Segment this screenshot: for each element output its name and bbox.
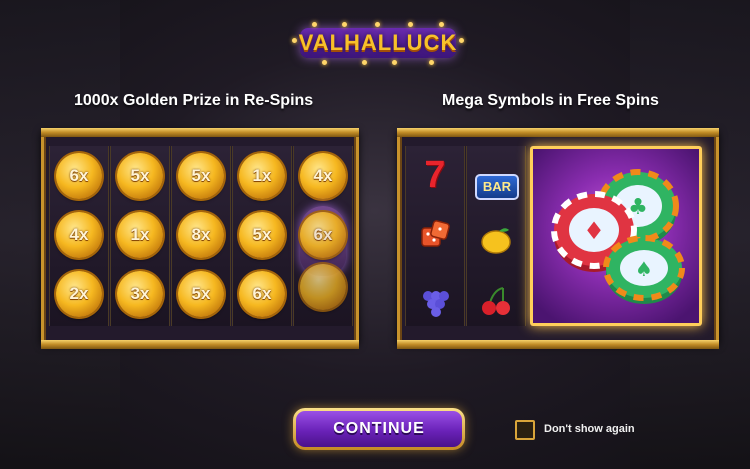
svg-text:♦: ♦ [583, 217, 605, 245]
multiplier-label: 3x [130, 284, 150, 303]
headline-respins: 1000x Golden Prize in Re-Spins [74, 92, 314, 109]
golden-coin-icon: 6x [239, 271, 285, 317]
reel-column-2: 5x 1x 3x [110, 146, 170, 326]
seven-symbol: 7 [424, 154, 446, 196]
bulb-icon [439, 22, 444, 27]
golden-coin-icon: 4x [56, 212, 102, 258]
bulb-icon [429, 60, 434, 65]
multiplier-label: 5x [191, 166, 211, 185]
respins-preview-panel: 6x 4x 2x 5x 1x 3x 5x 8x 5x 1x 5x 6x 4x 6… [41, 128, 359, 349]
reel-column-5: 4x 6x [293, 146, 353, 326]
reel-column-1: 7 [405, 146, 465, 326]
panel-rail-top [41, 128, 359, 137]
continue-button-label: CONTINUE [296, 411, 462, 447]
bulb-icon [312, 22, 317, 27]
multiplier-label: 5x [130, 166, 150, 185]
golden-coin-icon: 6x [300, 212, 346, 258]
multiplier-label: 2x [69, 284, 89, 303]
multiplier-label: 8x [191, 225, 211, 244]
bulb-icon [375, 22, 380, 27]
golden-coin-icon: 5x [178, 271, 224, 317]
golden-coin-icon: 5x [117, 153, 163, 199]
game-intro-screen: VALHALLUCK 1000x Golden Prize in Re-Spin… [0, 0, 750, 469]
golden-coin-icon: 1x [117, 212, 163, 258]
golden-coin-icon: 5x [178, 153, 224, 199]
multiplier-label: 4x [69, 225, 89, 244]
dice-icon [421, 220, 450, 247]
reel-column-4: 1x 5x 6x [232, 146, 292, 326]
multiplier-label: 4x [313, 166, 333, 185]
bulb-icon [322, 60, 327, 65]
multiplier-label: 1x [130, 225, 150, 244]
free-spins-preview-panel: 7 BAR ♣ ♦ ♠ [397, 128, 719, 349]
grapes-icon [423, 291, 449, 317]
bulb-icon [362, 60, 367, 65]
lemon-icon [481, 228, 511, 254]
bulb-icon [392, 60, 397, 65]
cherries-icon [482, 287, 510, 315]
bulb-icon [408, 22, 413, 27]
mega-symbol-frame: ♣ ♦ ♠ [530, 146, 702, 326]
logo-text: VALHALLUCK [298, 30, 458, 55]
golden-coin-icon: 5x [239, 212, 285, 258]
multiplier-label: 6x [69, 166, 89, 185]
reel-column-1: 6x 4x 2x [49, 146, 109, 326]
panel-rail-bottom [41, 340, 359, 349]
bulb-icon [342, 22, 347, 27]
multiplier-label: 5x [191, 284, 211, 303]
continue-button[interactable]: CONTINUE [293, 408, 465, 450]
golden-coin-icon: 4x [300, 153, 346, 199]
dont-show-again-label[interactable]: Don't show again [544, 423, 635, 435]
reel-column-3: 5x 8x 5x [171, 146, 231, 326]
panel-rail-top [397, 128, 719, 137]
golden-coin-icon: 1x [239, 153, 285, 199]
multiplier-label: 6x [313, 225, 333, 244]
golden-coin-icon: 2x [56, 271, 102, 317]
headline-free-spins: Mega Symbols in Free Spins [442, 92, 659, 109]
game-logo: VALHALLUCK [292, 20, 464, 66]
golden-coin-icon: 8x [178, 212, 224, 258]
multiplier-label: 1x [252, 166, 272, 185]
bar-symbol: BAR [475, 174, 519, 200]
multiplier-label: 5x [252, 225, 272, 244]
panel-rail-bottom [397, 340, 719, 349]
multiplier-label: 6x [252, 284, 272, 303]
svg-text:♠: ♠ [635, 257, 653, 281]
golden-coin-icon: 3x [117, 271, 163, 317]
golden-coin-icon: 6x [56, 153, 102, 199]
falling-coin-icon [300, 264, 346, 310]
casino-chips-icon: ♣ ♦ ♠ [551, 169, 685, 304]
reel-column-2: BAR [466, 146, 526, 326]
dont-show-again-checkbox[interactable] [515, 420, 535, 440]
